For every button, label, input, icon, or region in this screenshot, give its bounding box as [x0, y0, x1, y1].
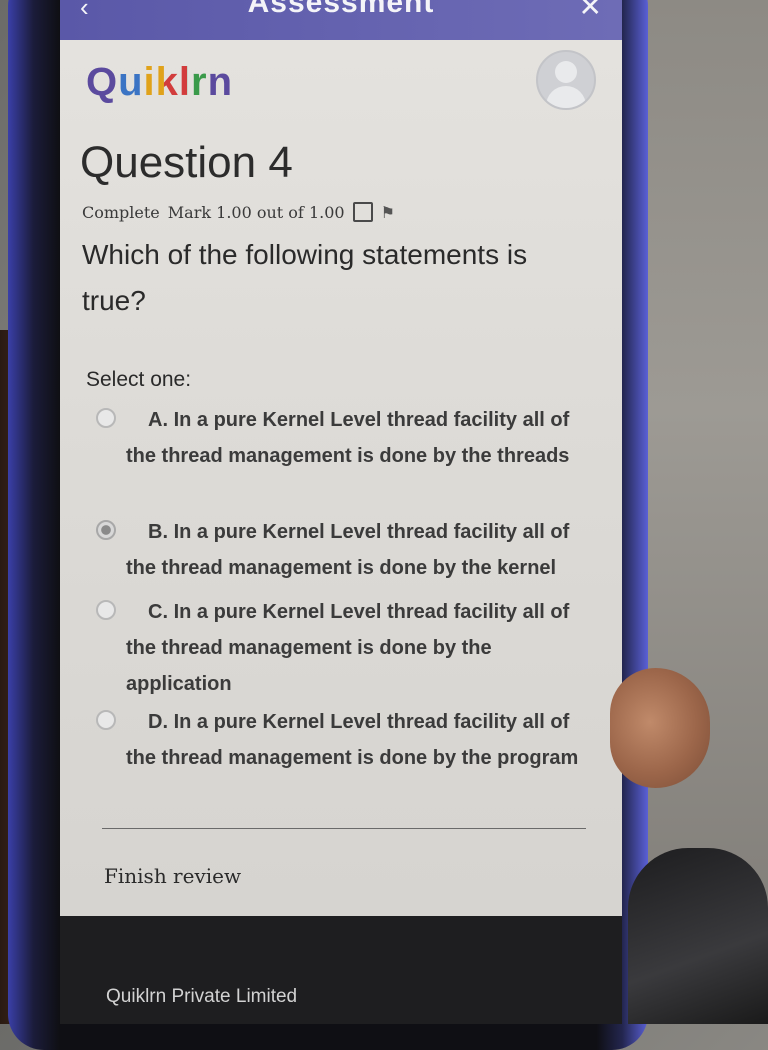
phone-frame: ‹ Assessment ✕ Quiklrn Question 4 Comple…	[8, 0, 648, 1050]
radio-b[interactable]	[96, 520, 116, 540]
option-b-letter: B.	[148, 521, 168, 543]
option-a-text: In a pure Kernel Level thread facility a…	[126, 409, 570, 467]
question-mark: Mark 1.00 out of 1.00	[167, 202, 345, 222]
avatar-body	[546, 86, 586, 108]
footer-company: Quiklrn Private Limited	[106, 986, 298, 1007]
logo-rest: uiklrn	[118, 60, 234, 104]
option-b-text: In a pure Kernel Level thread facility a…	[126, 521, 570, 579]
close-icon[interactable]: ✕	[579, 0, 602, 23]
question-title: Question 4	[80, 138, 293, 187]
option-d-text: In a pure Kernel Level thread facility a…	[126, 711, 579, 769]
app-footer: Quiklrn Private Limited	[60, 916, 622, 1024]
option-a-letter: A.	[148, 409, 168, 431]
flag-checkbox[interactable]	[352, 202, 373, 222]
radio-a[interactable]	[96, 408, 116, 428]
option-d-letter: D.	[148, 711, 168, 733]
question-text: Which of the following statements is tru…	[82, 239, 528, 316]
question-info: Complete Mark 1.00 out of 1.00 ⚑	[82, 202, 395, 222]
user-avatar[interactable]	[536, 50, 596, 110]
flag-icon[interactable]: ⚑	[381, 203, 395, 222]
radio-c[interactable]	[96, 600, 116, 620]
divider	[102, 828, 586, 829]
thumb	[610, 668, 710, 788]
radio-d[interactable]	[96, 710, 116, 730]
page-content: Quiklrn Question 4 Complete Mark 1.00 ou…	[60, 40, 622, 916]
option-c-text: In a pure Kernel Level thread facility a…	[126, 601, 570, 695]
logo-q: Q	[86, 60, 119, 104]
shoe	[628, 848, 768, 1024]
select-one-label: Select one:	[86, 368, 192, 391]
option-c-letter: C.	[148, 601, 168, 623]
topbar-title: Assessment	[247, 0, 435, 19]
quiklrn-logo: Quiklrn	[86, 60, 233, 105]
avatar-head	[555, 61, 577, 83]
phone-screen: ‹ Assessment ✕ Quiklrn Question 4 Comple…	[60, 0, 622, 1024]
finish-review-link[interactable]: Finish review	[104, 864, 241, 888]
app-topbar: ‹ Assessment ✕	[60, 0, 622, 40]
question-status: Complete	[82, 202, 160, 222]
